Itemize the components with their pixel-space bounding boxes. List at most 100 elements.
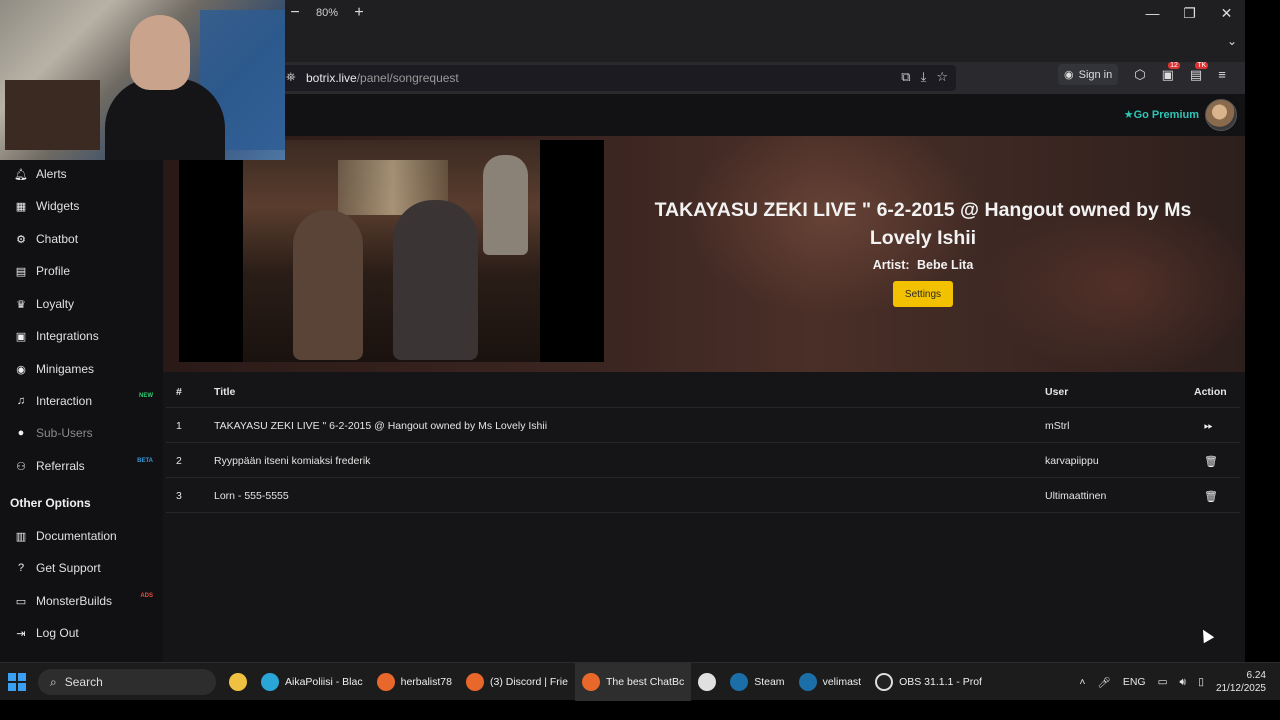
bookmark-star-icon[interactable]: ☆ [936, 69, 948, 85]
col-num: # [176, 386, 182, 398]
song-queue-table: # Title User Action 1 TAKAYASU ZEKI LIVE … [166, 374, 1240, 513]
clock-date: 21/12/2025 [1215, 683, 1266, 694]
edge-icon [261, 673, 279, 691]
clock[interactable]: 6.24 21/12/2025 [1216, 669, 1266, 695]
id-card-icon: ▤ [15, 265, 27, 278]
table-row: 2 Ryyppään itseni komiaksi frederik karvap… [166, 443, 1240, 478]
taskbar-app[interactable]: The best ChatBc [574, 663, 692, 701]
video-person-1 [293, 210, 363, 360]
picture-in-picture-icon[interactable]: ⧉ [901, 69, 910, 85]
close-button[interactable]: ✕ [1208, 4, 1245, 24]
store-icon [698, 673, 717, 691]
row-user: mStrl [1045, 420, 1070, 432]
trash-icon[interactable]: 🗑︎ [1204, 490, 1218, 503]
sidebar-item-alerts[interactable]: 🔔︎ Alerts [0, 160, 163, 188]
user-avatar[interactable] [1205, 99, 1237, 131]
webcam-overlay [0, 0, 285, 160]
table-header: # Title User Action [166, 374, 1240, 408]
sidebar-item-monsterbuilds[interactable]: ▭ MonsterBuilds ADS [0, 587, 163, 615]
zoom-in-button[interactable]: + [352, 4, 366, 22]
song-artist: Artist: Bebe Lita [633, 258, 1213, 272]
clock-time: 6.24 [1246, 670, 1266, 681]
sidebar-item-interaction[interactable]: ♫ Interaction NEW [0, 387, 163, 415]
video-person-2 [393, 200, 478, 360]
taskbar-app[interactable]: (3) Discord | Frie [459, 663, 575, 701]
restore-button[interactable]: ❐ [1171, 4, 1208, 24]
col-user: User [1045, 386, 1069, 398]
sidebar-item-profile[interactable]: ▤ Profile [0, 257, 163, 285]
taskbar-apps: AikaPoliisi - Blac herbalist78 (3) Discord… [222, 663, 989, 701]
tray-chevron-icon[interactable]: ˄ [1079, 676, 1085, 688]
sidebar-item-get-support[interactable]: ? Get Support [0, 554, 163, 582]
extension-1-icon[interactable]: ▣ 12 [1162, 61, 1180, 83]
windows-start-icon[interactable] [8, 673, 26, 691]
steam-icon [730, 673, 749, 691]
zoom-out-button[interactable]: − [288, 4, 302, 22]
sidebar-item-label: Log Out [36, 626, 79, 640]
taskbar-app[interactable]: velimast [792, 663, 869, 701]
col-title: Title [214, 386, 236, 398]
taskbar-app-label: herbalist78 [400, 676, 452, 688]
steam-icon [798, 673, 817, 691]
sidebar-item-minigames[interactable]: ◉ Minigames [0, 355, 163, 383]
tab-list-chevron-icon[interactable]: ⌄ [1227, 34, 1237, 48]
address-text[interactable]: botrix.live/panel/songrequest [306, 71, 459, 85]
logout-icon: ⇥ [16, 627, 26, 640]
language-indicator[interactable]: ENG [1123, 676, 1146, 688]
sidebar-item-label: MonsterBuilds [36, 594, 113, 608]
taskbar-app[interactable]: herbalist78 [370, 663, 459, 701]
settings-button[interactable]: Settings [893, 281, 953, 307]
network-icon[interactable]: ▭ [1158, 676, 1168, 688]
extensions-icon[interactable]: ⬡ [1134, 67, 1145, 83]
sidebar-item-label: Integrations [36, 329, 99, 343]
sidebar-item-integrations[interactable]: ▣ Integrations [0, 322, 163, 350]
firefox-icon [376, 673, 395, 691]
site-info-icon[interactable]: ⛯ [286, 70, 296, 85]
address-field[interactable]: ⛯ botrix.live/panel/songrequest ⧉ ⤓ ☆ [280, 65, 956, 91]
menu-icon[interactable]: ≡ [1218, 67, 1226, 82]
download-icon[interactable]: ⤓ [921, 69, 927, 85]
video-person-3 [483, 155, 528, 255]
table-row: 3 Lorn - 555-5555 Ultimaattinen 🗑︎ [166, 478, 1240, 513]
book-icon: ▥ [15, 530, 27, 543]
row-number: 2 [176, 455, 182, 467]
taskbar-app[interactable]: Steam [723, 663, 791, 701]
sign-in-button[interactable]: ◉ Sign in [1058, 64, 1119, 85]
address-actions: ⧉ ⤓ ☆ [901, 69, 948, 85]
taskbar-app[interactable] [691, 663, 723, 701]
artist-name: Bebe Lita [917, 258, 974, 272]
sign-in-label: Sign in [1078, 68, 1113, 81]
go-premium-link[interactable]: ★Go Premium [1124, 108, 1199, 121]
webcam-person-head [130, 15, 190, 90]
sidebar-item-sub-users[interactable]: ● Sub-Users [0, 419, 163, 447]
sidebar-item-widgets[interactable]: ▦ Widgets [0, 192, 163, 220]
sidebar-item-documentation[interactable]: ▥ Documentation [0, 522, 163, 550]
sidebar-item-label: Widgets [36, 199, 80, 213]
skip-icon[interactable]: ⏩︎ [1204, 420, 1213, 433]
volume-icon[interactable]: 🔊︎ [1180, 676, 1187, 689]
video-frame [243, 140, 540, 362]
taskbar-app[interactable]: OBS 31.1.1 - Prof [868, 663, 989, 701]
sidebar-item-label: Profile [36, 264, 71, 278]
taskbar-app[interactable] [222, 663, 254, 701]
sidebar-item-log-out[interactable]: ⇥ Log Out [0, 619, 163, 647]
zoom-level[interactable]: 80% [316, 7, 338, 19]
taskbar-app[interactable]: AikaPoliisi - Blac [254, 663, 370, 701]
account-icon: ◉ [1064, 69, 1074, 81]
battery-icon[interactable]: ▯ [1198, 676, 1204, 688]
sidebar-item-chatbot[interactable]: ⚙ Chatbot [0, 225, 163, 253]
sidebar-item-loyalty[interactable]: ♛ Loyalty [0, 290, 163, 318]
microphone-icon[interactable]: 🎤︎ [1098, 676, 1111, 689]
col-action: Action [1194, 386, 1227, 398]
sidebar-item-referrals[interactable]: ⚇ Referrals BETA [0, 452, 163, 480]
taskbar-search[interactable]: ⌕ Search [38, 669, 216, 695]
users-icon: ⚇ [16, 460, 26, 473]
minimize-button[interactable]: — [1134, 4, 1171, 24]
window-controls: — ❐ ✕ [1134, 4, 1245, 24]
firefox-icon [581, 673, 600, 691]
video-player[interactable] [179, 140, 604, 362]
extension-2-icon[interactable]: ▤ TK [1190, 61, 1209, 83]
sidebar-item-label: Documentation [36, 529, 117, 543]
taskbar-app-label: OBS 31.1.1 - Prof [899, 676, 982, 688]
trash-icon[interactable]: 🗑︎ [1204, 455, 1218, 468]
